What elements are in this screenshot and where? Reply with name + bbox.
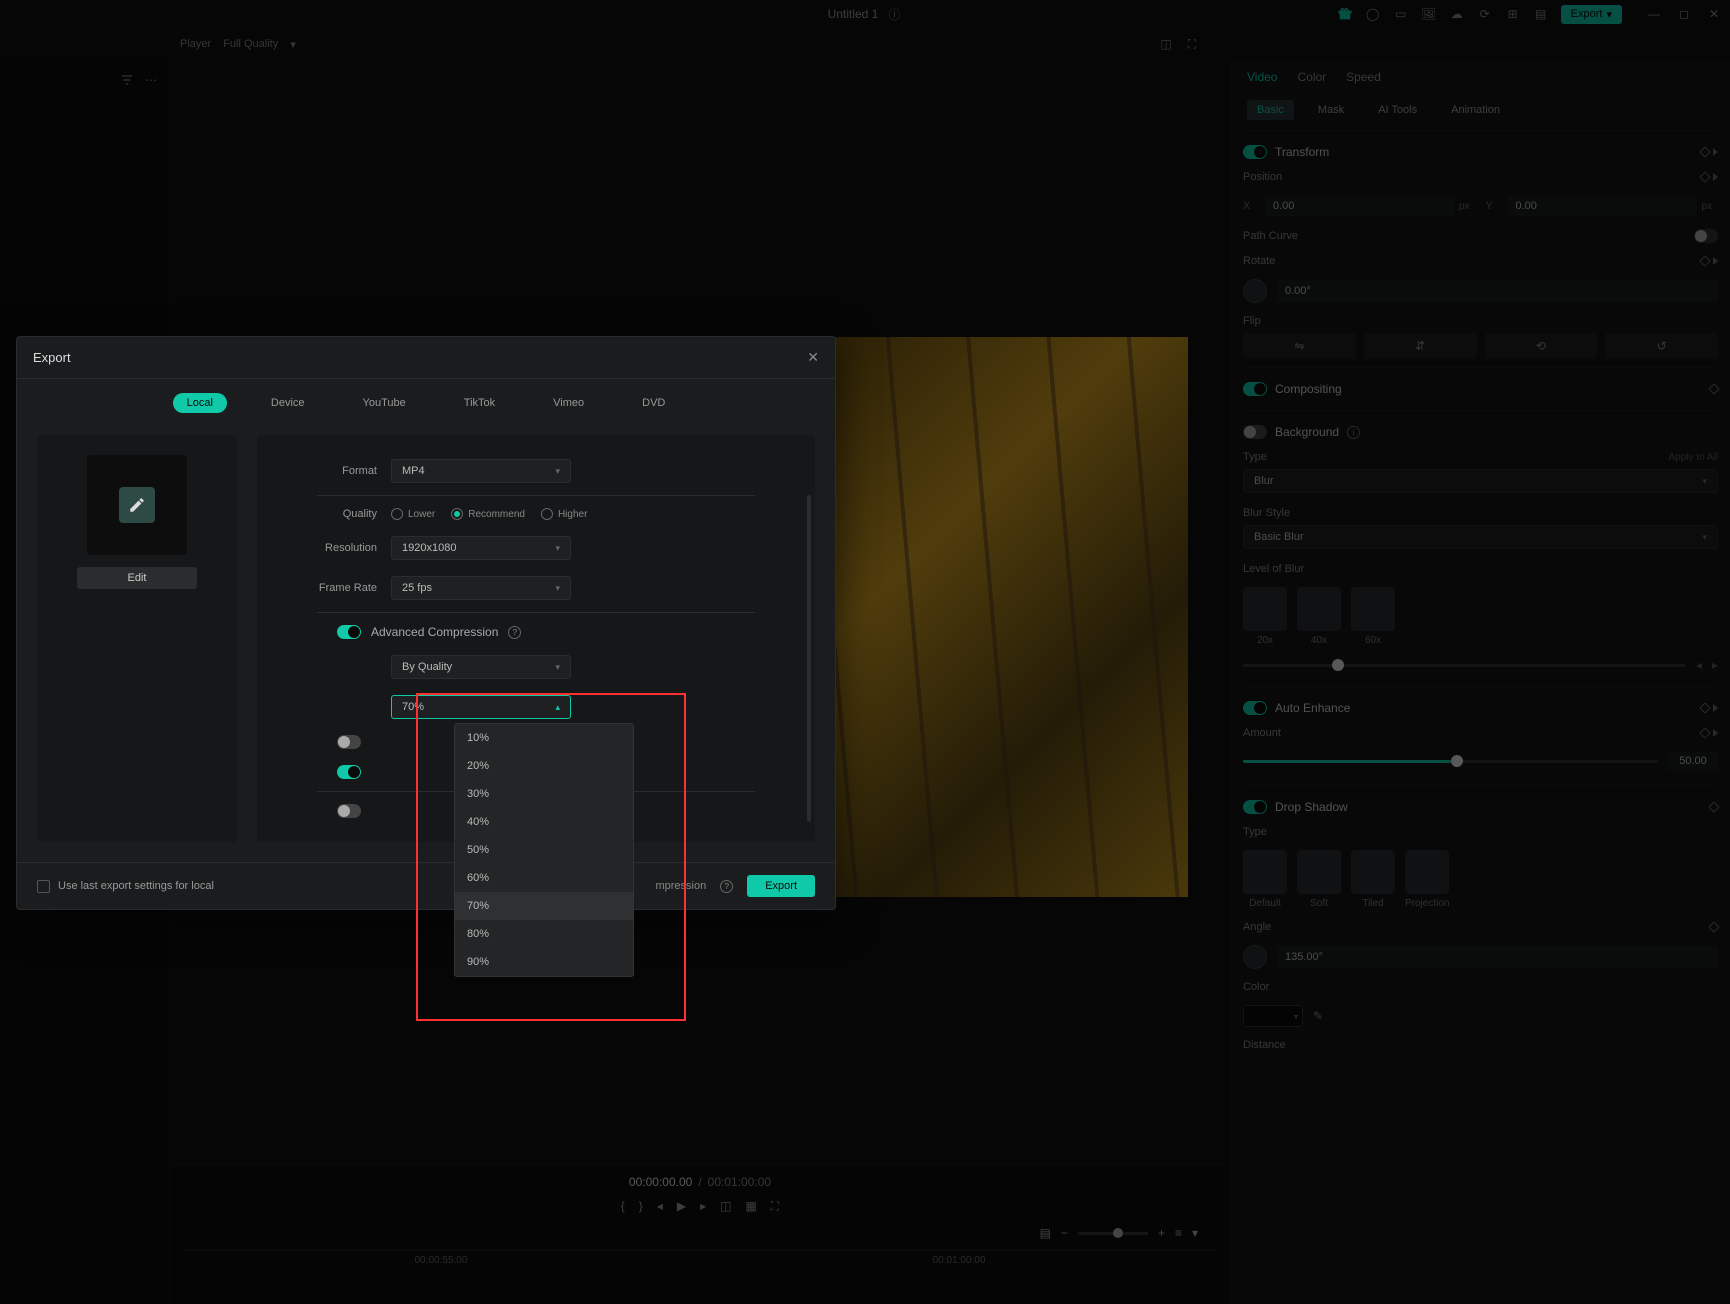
resolution-label: Resolution: [277, 542, 377, 554]
quality-label: Quality: [277, 508, 377, 520]
adv-compression-help-icon[interactable]: ?: [508, 626, 521, 639]
extra-toggle-1[interactable]: [337, 735, 361, 749]
footer-help-icon[interactable]: ?: [720, 880, 733, 893]
adv-compression-toggle[interactable]: [337, 625, 361, 639]
export-tab-vimeo[interactable]: Vimeo: [539, 393, 598, 413]
use-last-settings-label: Use last export settings for local: [58, 880, 214, 892]
export-tab-local[interactable]: Local: [173, 393, 227, 413]
quality-radio-lower[interactable]: Lower: [391, 508, 435, 520]
export-confirm-button[interactable]: Export: [747, 875, 815, 897]
export-modal-title: Export: [33, 350, 71, 365]
compression-option-30[interactable]: 30%: [455, 780, 633, 808]
extra-toggle-2[interactable]: [337, 765, 361, 779]
export-modal: Export ✕ Local Device YouTube TikTok Vim…: [16, 336, 836, 910]
compression-option-60[interactable]: 60%: [455, 864, 633, 892]
compression-value-select[interactable]: 70%▴: [391, 695, 571, 719]
extra-toggle-3[interactable]: [337, 804, 361, 818]
framerate-select[interactable]: 25 fps▾: [391, 576, 571, 600]
compression-option-10[interactable]: 10%: [455, 724, 633, 752]
compression-mode-select[interactable]: By Quality▾: [391, 655, 571, 679]
quality-radio-recommend[interactable]: Recommend: [451, 508, 525, 520]
format-select[interactable]: MP4▾: [391, 459, 571, 483]
compression-percentage-dropdown: 10% 20% 30% 40% 50% 60% 70% 80% 90%: [454, 723, 634, 977]
compression-option-50[interactable]: 50%: [455, 836, 633, 864]
framerate-label: Frame Rate: [277, 582, 377, 594]
export-modal-close-icon[interactable]: ✕: [807, 349, 819, 366]
compression-option-80[interactable]: 80%: [455, 920, 633, 948]
compression-option-20[interactable]: 20%: [455, 752, 633, 780]
export-tab-tiktok[interactable]: TikTok: [450, 393, 509, 413]
export-tab-device[interactable]: Device: [257, 393, 319, 413]
adv-compression-label: Advanced Compression: [371, 625, 498, 639]
quality-radio-higher[interactable]: Higher: [541, 508, 587, 520]
export-tab-youtube[interactable]: YouTube: [349, 393, 420, 413]
compression-option-40[interactable]: 40%: [455, 808, 633, 836]
edit-thumbnail-button[interactable]: Edit: [77, 567, 197, 589]
export-tab-dvd[interactable]: DVD: [628, 393, 679, 413]
compression-option-70[interactable]: 70%: [455, 892, 633, 920]
use-last-settings-checkbox[interactable]: [37, 880, 50, 893]
compression-suffix: mpression: [655, 880, 706, 892]
format-label: Format: [277, 465, 377, 477]
resolution-select[interactable]: 1920x1080▾: [391, 536, 571, 560]
edit-thumbnail-icon: [119, 487, 155, 523]
export-thumbnail: [87, 455, 187, 555]
compression-option-90[interactable]: 90%: [455, 948, 633, 976]
